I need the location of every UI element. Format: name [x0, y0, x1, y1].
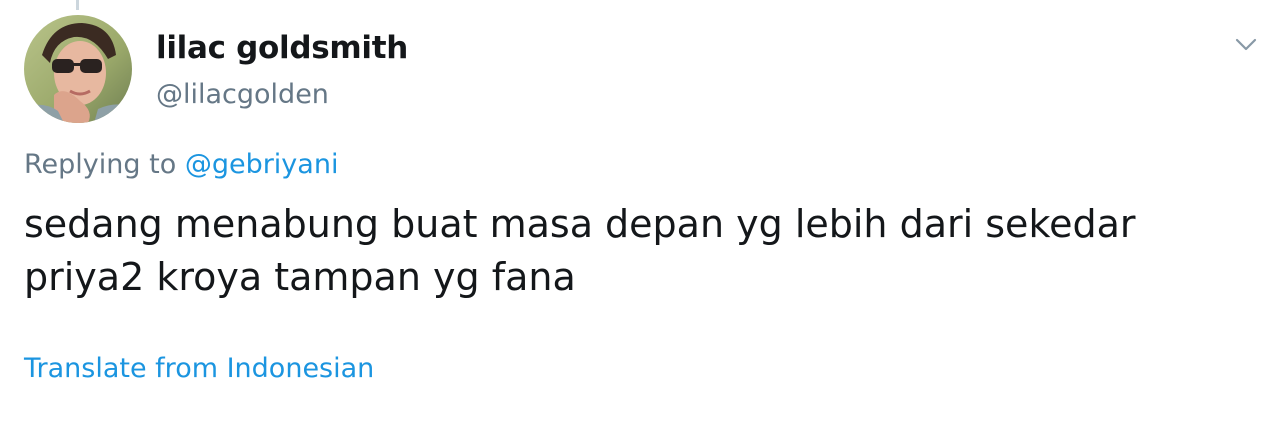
- reply-context: Replying to @gebriyani: [24, 149, 338, 180]
- chevron-down-icon[interactable]: [1230, 28, 1262, 60]
- translate-link[interactable]: Translate from Indonesian: [24, 353, 374, 384]
- avatar[interactable]: [24, 15, 132, 123]
- thread-connector-line: [76, 0, 79, 10]
- avatar-image: [24, 15, 132, 123]
- reply-mention-link[interactable]: @gebriyani: [185, 149, 339, 180]
- tweet-text: sedang menabung buat masa depan yg lebih…: [24, 202, 1136, 299]
- user-handle[interactable]: @lilacgolden: [156, 79, 329, 110]
- reply-prefix: Replying to: [24, 149, 177, 180]
- display-name[interactable]: lilac goldsmith: [156, 30, 408, 66]
